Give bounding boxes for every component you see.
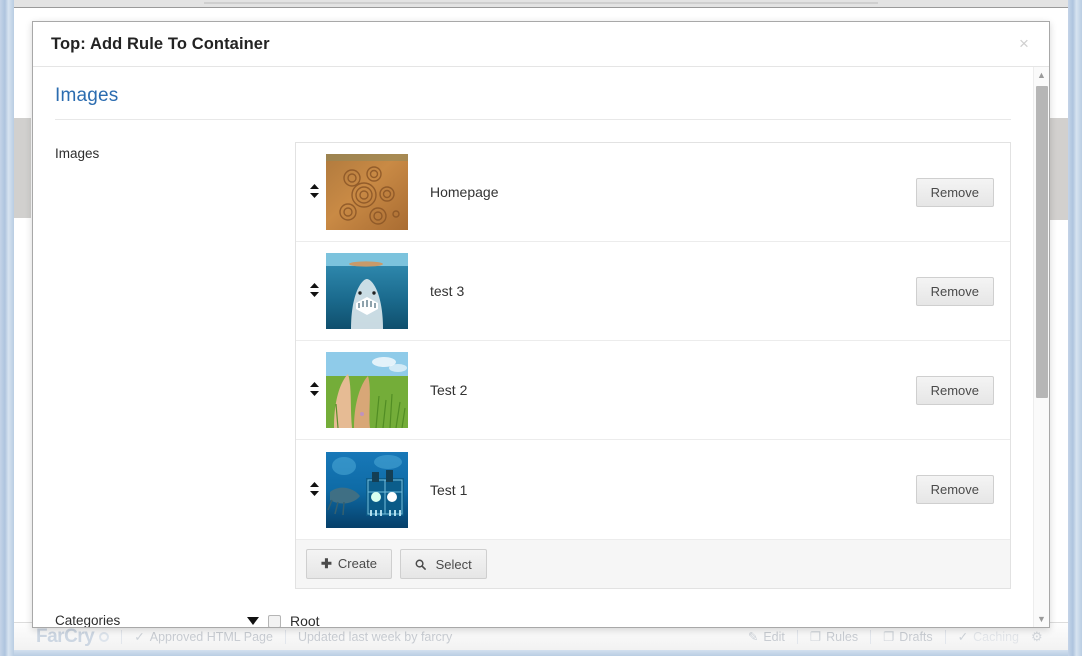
pencil-icon: ✎ xyxy=(747,630,759,644)
row-label: test 3 xyxy=(430,283,465,299)
section-header: Images xyxy=(55,85,1011,120)
check-icon: ✓ xyxy=(134,630,145,644)
root-label: Root xyxy=(290,613,320,627)
divider xyxy=(870,629,872,644)
background-panel-left xyxy=(14,118,31,218)
scroll-down-glyph: ▼ xyxy=(1037,613,1046,624)
repeater-footer: ✚ Create Select xyxy=(296,539,1010,588)
drag-updown-icon[interactable] xyxy=(302,481,326,499)
table-row[interactable]: Test 2 Remove xyxy=(296,341,1010,440)
create-button-label: Create xyxy=(337,556,377,571)
caching-button[interactable]: ✓ Caching xyxy=(958,629,1019,644)
modal-scroll-content: Images Images Homepage Remove test 3 Rem… xyxy=(33,67,1033,627)
divider xyxy=(944,629,946,644)
rules-button[interactable]: ❐ Rules xyxy=(810,629,858,644)
select-button[interactable]: Select xyxy=(399,549,487,579)
page-root: Top: Add Rule To Container × Images Imag… xyxy=(0,0,1082,656)
scroll-up-arrow-icon[interactable]: ▲ xyxy=(1034,67,1049,83)
scroll-up-glyph: ▲ xyxy=(1037,69,1046,80)
check-icon: ✓ xyxy=(957,630,969,644)
status-bar-left: FarCry ✓ Approved HTML Page Updated last … xyxy=(14,626,452,648)
page-top-strip-line xyxy=(204,2,878,4)
root-checkbox[interactable] xyxy=(268,614,281,627)
farcry-logo: FarCry xyxy=(36,625,95,647)
drag-updown-icon[interactable] xyxy=(302,282,326,300)
table-row[interactable]: Test 1 Remove xyxy=(296,440,1010,539)
triangle-down-icon[interactable] xyxy=(247,617,259,625)
document-icon: ❐ xyxy=(883,630,895,644)
search-icon xyxy=(415,557,430,572)
row-label: Test 1 xyxy=(430,481,468,498)
status-text: Approved HTML Page xyxy=(149,630,273,644)
edit-button-label: Edit xyxy=(763,630,785,644)
rules-button-label: Rules xyxy=(826,630,859,644)
table-row[interactable]: Homepage Remove xyxy=(296,143,1010,242)
close-icon[interactable]: × xyxy=(1013,33,1035,55)
edit-button[interactable]: ✎ Edit xyxy=(748,629,785,644)
modal-scrollbar[interactable]: ▲ ▼ xyxy=(1033,67,1049,627)
row-actions: Remove xyxy=(915,276,1000,306)
categories-tree: Root xyxy=(247,613,1011,627)
create-button[interactable]: ✚ Create xyxy=(306,549,392,579)
categories-field-row: Categories Root xyxy=(55,613,1011,627)
drafts-button-label: Drafts xyxy=(899,630,933,644)
drag-updown-icon[interactable] xyxy=(302,381,326,399)
browser-left-frame xyxy=(0,0,14,656)
select-button-label: Select xyxy=(435,556,472,572)
row-actions: Remove xyxy=(915,177,1000,207)
images-field-label: Images xyxy=(55,146,100,161)
heart-icon xyxy=(99,631,110,642)
gear-icon[interactable]: ⚙ xyxy=(1031,630,1044,643)
modal-title: Top: Add Rule To Container xyxy=(51,34,270,53)
copy-icon: ❐ xyxy=(809,630,822,644)
row-label: Test 2 xyxy=(430,382,468,398)
row-thumbnail[interactable] xyxy=(326,451,408,528)
modal-body: Images Images Homepage Remove test 3 Rem… xyxy=(33,67,1049,627)
remove-button[interactable]: Remove xyxy=(915,475,994,504)
status-badge: ✓ Approved HTML Page xyxy=(134,629,273,644)
row-label: Homepage xyxy=(430,184,499,200)
images-field-control: Homepage Remove test 3 Remove Test 2 Rem… xyxy=(295,142,1011,589)
table-row[interactable]: test 3 Remove xyxy=(296,242,1010,341)
remove-button[interactable]: Remove xyxy=(915,375,994,405)
row-thumbnail[interactable] xyxy=(326,253,408,329)
modal-header: Top: Add Rule To Container × xyxy=(33,22,1049,67)
divider xyxy=(284,629,286,644)
browser-bottom-frame xyxy=(14,650,1068,656)
browser-right-frame xyxy=(1068,0,1082,656)
caching-button-label: Caching xyxy=(973,630,1019,644)
updated-text: Updated last week by farcry xyxy=(297,629,453,644)
images-repeater: Homepage Remove test 3 Remove Test 2 Rem… xyxy=(295,142,1011,589)
scroll-down-arrow-icon[interactable]: ▼ xyxy=(1034,611,1049,627)
row-actions: Remove xyxy=(915,375,1000,405)
remove-button[interactable]: Remove xyxy=(915,276,994,306)
plus-icon: ✚ xyxy=(321,556,332,571)
drag-updown-icon[interactable] xyxy=(302,183,326,201)
page-top-strip xyxy=(14,0,1068,8)
remove-button[interactable]: Remove xyxy=(915,177,994,207)
row-actions: Remove xyxy=(915,475,1000,504)
divider xyxy=(796,629,798,644)
section-title: Images xyxy=(55,85,119,106)
drafts-button[interactable]: ❐ Drafts xyxy=(883,629,933,644)
images-field-row: Images Homepage Remove test 3 Remove Tes… xyxy=(55,142,1011,589)
row-thumbnail[interactable] xyxy=(326,154,408,230)
divider xyxy=(121,629,123,644)
add-rule-modal: Top: Add Rule To Container × Images Imag… xyxy=(32,21,1050,628)
row-thumbnail[interactable] xyxy=(326,352,408,428)
status-bar-right: ✎ Edit ❐ Rules ❐ Drafts ✓ Caching ⚙ xyxy=(748,629,1068,644)
scrollbar-thumb[interactable] xyxy=(1036,86,1048,398)
